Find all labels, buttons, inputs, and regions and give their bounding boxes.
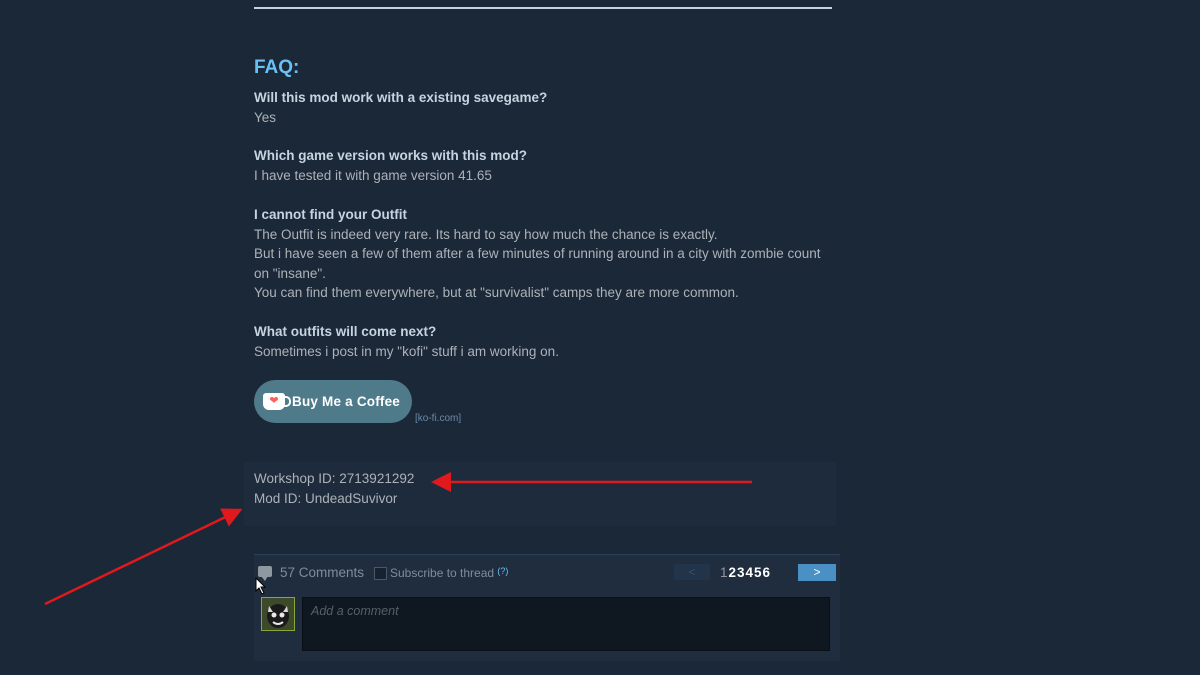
faq-answer: But i have seen a few of them after a fe… xyxy=(254,246,821,261)
faq-item: What outfits will come next? Sometimes i… xyxy=(254,322,844,361)
faq-item: Which game version works with this mod? … xyxy=(254,146,844,185)
faq-answer: on "insane". xyxy=(254,265,326,281)
avatar[interactable] xyxy=(261,597,295,631)
faq-question: Which game version works with this mod? xyxy=(254,148,528,163)
mouse-cursor-icon xyxy=(255,577,267,595)
faq-heading: FAQ: xyxy=(254,57,300,78)
kofi-button-label: Buy Me a Coffee xyxy=(292,394,401,409)
mod-info: Workshop ID: 2713921292 Mod ID: UndeadSu… xyxy=(254,469,414,509)
faq-answer: The Outfit is indeed very rare. Its hard… xyxy=(254,226,718,242)
coffee-cup-icon: ❤ xyxy=(263,393,291,410)
prev-page-button[interactable]: < xyxy=(674,564,710,580)
subscribe-checkbox[interactable] xyxy=(374,567,387,580)
workshop-id-text: Workshop ID: 2713921292 xyxy=(254,471,415,486)
comments-header-bar: 57 Comments Subscribe to thread (?) < 12… xyxy=(254,554,840,589)
workshop-page: FAQ: Will this mod work with a existing … xyxy=(0,0,1200,675)
annotation-arrow-mod-id xyxy=(44,508,243,606)
faq-item: I cannot find your Outfit The Outfit is … xyxy=(254,205,844,303)
comment-compose-area: Add a comment xyxy=(254,589,840,661)
current-page: 1 xyxy=(720,565,729,580)
comment-count[interactable]: 57 Comments xyxy=(280,565,364,580)
kofi-domain-label: [ko-fi.com] xyxy=(415,413,462,424)
faq-question: Will this mod work with a existing saveg… xyxy=(254,90,548,105)
page-links[interactable]: 23456 xyxy=(729,565,772,580)
mod-id-text: Mod ID: UndeadSuvivor xyxy=(254,491,398,506)
comment-bubble-icon xyxy=(258,566,272,581)
faq-answer: Sometimes i post in my "kofi" stuff i am… xyxy=(254,343,559,359)
subscribe-label[interactable]: Subscribe to thread (?) xyxy=(390,566,508,580)
faq-answer: You can find them everywhere, but at "su… xyxy=(254,285,739,300)
comment-input[interactable]: Add a comment xyxy=(302,597,830,651)
subscribe-text: Subscribe to thread xyxy=(390,566,495,580)
next-page-button[interactable]: > xyxy=(798,564,836,581)
buy-me-a-coffee-button[interactable]: ❤ Buy Me a Coffee xyxy=(254,380,412,423)
subscribe-help-link[interactable]: (?) xyxy=(497,566,508,576)
faq-answer: Yes xyxy=(254,109,277,125)
faq-question: What outfits will come next? xyxy=(254,324,437,339)
faq-answer: I have tested it with game version 41.65 xyxy=(254,167,492,183)
pagination: 123456 xyxy=(720,565,771,580)
faq-question: I cannot find your Outfit xyxy=(254,207,407,222)
section-divider xyxy=(254,7,832,9)
faq-item: Will this mod work with a existing saveg… xyxy=(254,88,844,127)
